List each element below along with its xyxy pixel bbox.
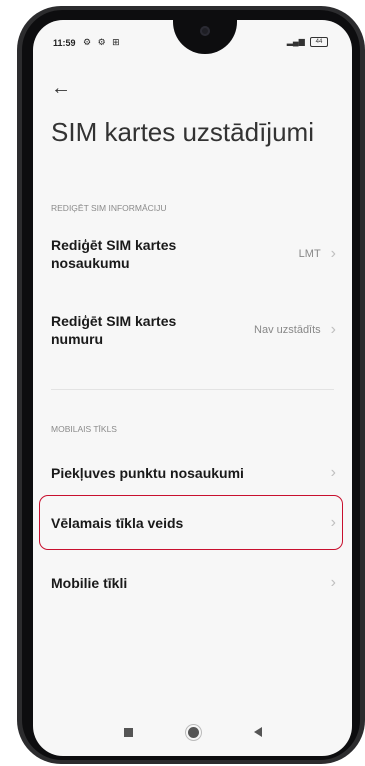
row-right: Nav uzstādīts › — [254, 322, 336, 338]
row-label: Piekļuves punktu nosaukumi — [51, 465, 244, 481]
battery-icon: 44 — [310, 37, 328, 47]
status-time: 11:59 — [53, 38, 76, 48]
status-right: ▂▄▆ 44 — [287, 37, 328, 47]
phone-frame: 11:59 ⚙ ⚙ ⊞ ▂▄▆ 44 ← SIM kartes uzstādīj… — [17, 6, 365, 764]
row-label: Rediģēt SIM kartes nosaukumu — [51, 237, 177, 271]
phone-bezel: 11:59 ⚙ ⚙ ⊞ ▂▄▆ 44 ← SIM kartes uzstādīj… — [22, 10, 360, 760]
section-divider — [51, 389, 334, 390]
camera-icon — [200, 26, 210, 36]
row-label: Mobilie tīkli — [51, 575, 128, 591]
section-label-sim-info: REDIĢĒT SIM INFORMĀCIJU — [51, 203, 167, 213]
chevron-right-icon: › — [330, 245, 336, 262]
chevron-right-icon: › — [330, 321, 336, 338]
row-label: Vēlamais tīkla veids — [51, 515, 184, 531]
status-bar: 11:59 ⚙ ⚙ ⊞ ▂▄▆ 44 — [53, 36, 332, 52]
edit-sim-number-row[interactable]: Rediģēt SIM kartes numuru Nav uzstādīts … — [51, 308, 336, 352]
notification-icons: ⚙ ⚙ ⊞ — [83, 37, 122, 47]
navigation-bar — [33, 708, 352, 756]
screen: 11:59 ⚙ ⚙ ⊞ ▂▄▆ 44 ← SIM kartes uzstādīj… — [33, 20, 352, 756]
row-right: LMT › — [299, 246, 336, 262]
section-label-mobile-network: MOBILAIS TĪKLS — [51, 424, 117, 434]
mobile-networks-row[interactable]: Mobilie tīkli › — [51, 572, 336, 594]
row-right: › — [331, 575, 336, 591]
preferred-network-type-row[interactable]: Vēlamais tīkla veids › — [51, 512, 336, 534]
row-right: › — [331, 465, 336, 481]
recents-icon[interactable] — [123, 727, 133, 737]
page-title: SIM kartes uzstādījumi — [51, 117, 314, 147]
home-icon[interactable] — [187, 726, 199, 738]
chevron-right-icon: › — [330, 574, 336, 591]
back-triangle-icon[interactable] — [253, 727, 262, 737]
row-right: › — [331, 515, 336, 531]
sim-name-value: LMT — [298, 248, 321, 260]
sim-number-value: Nav uzstādīts — [254, 324, 321, 336]
chevron-right-icon: › — [330, 464, 336, 481]
access-point-names-row[interactable]: Piekļuves punktu nosaukumi › — [51, 462, 336, 484]
back-arrow-icon[interactable]: ← — [51, 76, 75, 100]
chevron-right-icon: › — [330, 514, 336, 531]
signal-icon: ▂▄▆ — [286, 37, 305, 47]
edit-sim-name-row[interactable]: Rediģēt SIM kartes nosaukumu LMT › — [51, 232, 336, 276]
row-label: Rediģēt SIM kartes numuru — [51, 313, 177, 347]
